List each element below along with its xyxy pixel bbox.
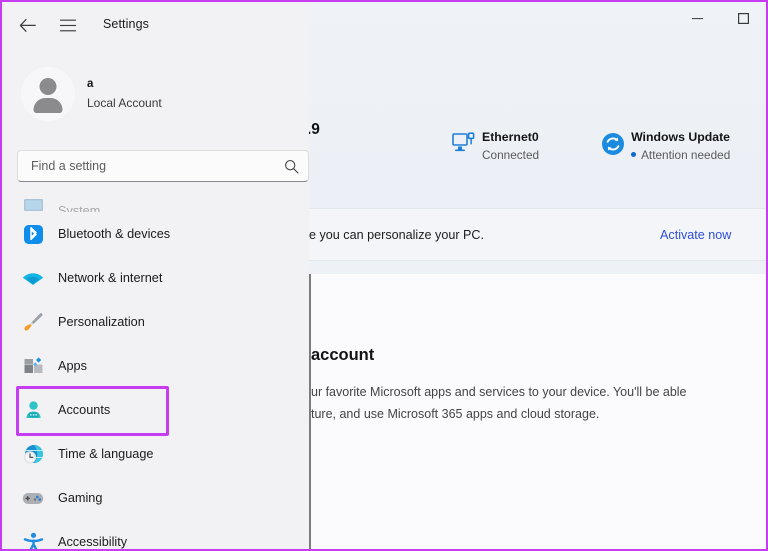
avatar-head: [40, 78, 57, 95]
user-account-card[interactable]: a Local Account: [16, 60, 296, 128]
activation-message: e you can personalize your PC.: [309, 228, 484, 242]
sidebar: Settings a Local Account: [2, 2, 309, 549]
detail-body-line-1: ur favorite Microsoft apps and services …: [311, 382, 687, 404]
detail-card-title: account: [311, 346, 374, 365]
detail-card-body: ur favorite Microsoft apps and services …: [311, 382, 687, 425]
tile-ethernet-status: Connected: [482, 148, 539, 164]
sidebar-item-gaming[interactable]: Gaming: [11, 476, 300, 520]
sidebar-item-bluetooth-devices-label: Bluetooth & devices: [58, 227, 170, 241]
person-badge-icon: [22, 399, 44, 421]
sidebar-item-gaming-label: Gaming: [58, 491, 102, 505]
hamburger-menu-icon[interactable]: [53, 10, 83, 40]
search-box[interactable]: [17, 150, 309, 182]
tile-update-title: Windows Update: [631, 129, 730, 146]
sidebar-item-personalization[interactable]: Personalization: [11, 300, 300, 344]
gamepad-icon: [22, 487, 44, 509]
avatar: [21, 67, 75, 121]
account-type: Local Account: [87, 95, 162, 111]
tile-update-status: Attention needed: [631, 148, 730, 164]
tile-ethernet-title: Ethernet0: [482, 129, 539, 146]
accessibility-icon: [22, 531, 44, 549]
sidebar-item-bluetooth-devices[interactable]: Bluetooth & devices: [11, 212, 300, 256]
sidebar-item-system-label: System: [58, 204, 100, 212]
sidebar-item-system[interactable]: System: [11, 188, 300, 212]
sidebar-item-accounts[interactable]: Accounts: [11, 388, 300, 432]
sidebar-item-time-language-label: Time & language: [58, 447, 153, 461]
attention-dot: [631, 152, 636, 157]
sidebar-item-accessibility-label: Accessibility: [58, 535, 127, 549]
window-controls: [674, 2, 766, 34]
windows-update-icon: [601, 129, 631, 161]
window-title: Settings: [103, 17, 149, 31]
tile-ethernet[interactable]: Ethernet0 Connected: [452, 129, 539, 164]
apps-grid-icon: [22, 355, 44, 377]
ethernet-icon: [452, 129, 482, 159]
activate-now-link[interactable]: Activate now: [660, 228, 731, 242]
activation-banner: e you can personalize your PC. Activate …: [307, 208, 766, 261]
sidebar-item-personalization-label: Personalization: [58, 315, 145, 329]
detail-card: account ur favorite Microsoft apps and s…: [309, 274, 766, 549]
sidebar-item-time-language[interactable]: Time & language: [11, 432, 300, 476]
titlebar: Settings: [2, 2, 309, 48]
tile-update-status-text: Attention needed: [641, 148, 730, 162]
sidebar-nav-list: System Bluetooth & devices: [2, 188, 309, 549]
sidebar-item-accessibility[interactable]: Accessibility: [11, 520, 300, 549]
maximize-button[interactable]: [720, 2, 766, 34]
settings-window: .9 Ethernet0 Connected: [0, 0, 768, 551]
sidebar-item-apps[interactable]: Apps: [11, 344, 300, 388]
bluetooth-icon: [22, 223, 44, 245]
sidebar-item-network-internet[interactable]: Network & internet: [11, 256, 300, 300]
search-input[interactable]: [18, 159, 274, 173]
wifi-icon: [22, 267, 44, 289]
tile-windows-update[interactable]: Windows Update Attention needed: [601, 129, 730, 164]
sidebar-item-network-internet-label: Network & internet: [58, 271, 162, 285]
avatar-body: [34, 98, 63, 113]
paintbrush-icon: [22, 311, 44, 333]
sidebar-item-apps-label: Apps: [58, 359, 87, 373]
back-button[interactable]: [12, 10, 42, 40]
monitor-icon: [22, 195, 44, 212]
detail-body-line-2: ture, and use Microsoft 365 apps and clo…: [311, 404, 687, 426]
sidebar-item-accounts-label: Accounts: [58, 403, 110, 417]
globe-clock-icon: [22, 443, 44, 465]
minimize-button[interactable]: [674, 2, 720, 34]
quick-status-tiles: Ethernet0 Connected Windows Update Atten…: [452, 129, 730, 164]
search-icon: [274, 159, 308, 174]
account-name: a: [87, 77, 162, 93]
